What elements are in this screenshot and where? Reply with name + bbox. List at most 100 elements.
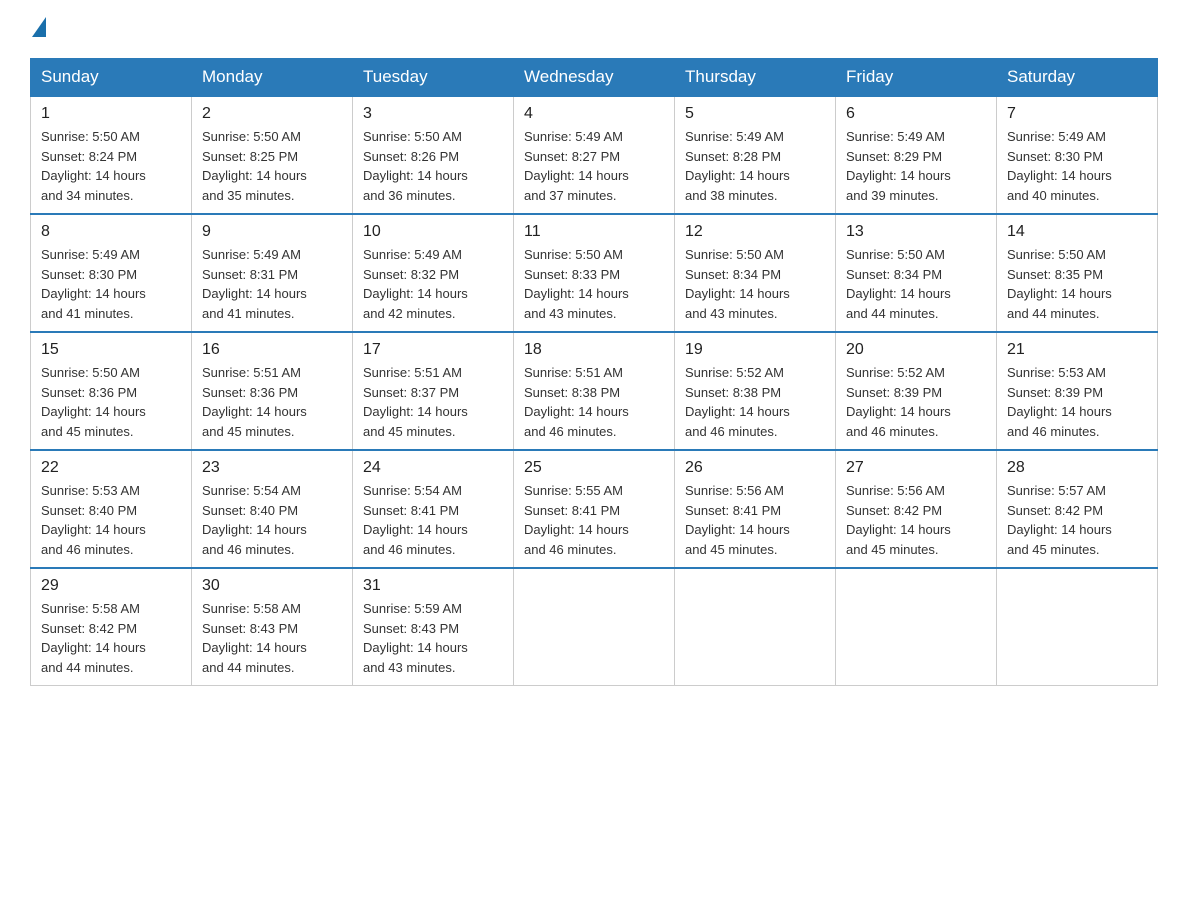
day-number: 22 bbox=[41, 459, 181, 477]
day-info: Sunrise: 5:59 AMSunset: 8:43 PMDaylight:… bbox=[363, 599, 503, 677]
day-cell-3: 3 Sunrise: 5:50 AMSunset: 8:26 PMDaylight… bbox=[353, 96, 514, 214]
day-number: 21 bbox=[1007, 341, 1147, 359]
day-info: Sunrise: 5:50 AMSunset: 8:35 PMDaylight:… bbox=[1007, 245, 1147, 323]
day-number: 31 bbox=[363, 577, 503, 595]
day-number: 7 bbox=[1007, 105, 1147, 123]
day-info: Sunrise: 5:50 AMSunset: 8:34 PMDaylight:… bbox=[685, 245, 825, 323]
day-info: Sunrise: 5:49 AMSunset: 8:28 PMDaylight:… bbox=[685, 127, 825, 205]
day-cell-13: 13 Sunrise: 5:50 AMSunset: 8:34 PMDayligh… bbox=[836, 214, 997, 332]
logo bbox=[30, 20, 46, 40]
day-info: Sunrise: 5:49 AMSunset: 8:32 PMDaylight:… bbox=[363, 245, 503, 323]
day-info: Sunrise: 5:55 AMSunset: 8:41 PMDaylight:… bbox=[524, 481, 664, 559]
day-cell-2: 2Sunrise: 5:50 AMSunset: 8:25 PMDaylight… bbox=[192, 96, 353, 214]
day-info: Sunrise: 5:49 AMSunset: 8:30 PMDaylight:… bbox=[1007, 127, 1147, 205]
header-wednesday: Wednesday bbox=[514, 59, 675, 97]
header-friday: Friday bbox=[836, 59, 997, 97]
day-info: Sunrise: 5:58 AMSunset: 8:43 PMDaylight:… bbox=[202, 599, 342, 677]
day-cell-26: 26Sunrise: 5:56 AMSunset: 8:41 PMDayligh… bbox=[675, 450, 836, 568]
week-row-1: 1 Sunrise: 5:50 AMSunset: 8:24 PMDaylight… bbox=[31, 96, 1158, 214]
day-cell-28: 28 Sunrise: 5:57 AMSunset: 8:42 PMDayligh… bbox=[997, 450, 1158, 568]
day-number: 4 bbox=[524, 105, 664, 123]
day-info: Sunrise: 5:53 AMSunset: 8:40 PMDaylight:… bbox=[41, 481, 181, 559]
day-cell-25: 25 Sunrise: 5:55 AMSunset: 8:41 PMDayligh… bbox=[514, 450, 675, 568]
empty-cell bbox=[997, 568, 1158, 686]
day-info: Sunrise: 5:53 AMSunset: 8:39 PMDaylight:… bbox=[1007, 363, 1147, 441]
day-number: 30 bbox=[202, 577, 342, 595]
empty-cell bbox=[836, 568, 997, 686]
day-info: Sunrise: 5:49 AMSunset: 8:31 PMDaylight:… bbox=[202, 245, 342, 323]
day-cell-19: 19 Sunrise: 5:52 AMSunset: 8:38 PMDayligh… bbox=[675, 332, 836, 450]
day-number: 1 bbox=[41, 105, 181, 123]
day-number: 17 bbox=[363, 341, 503, 359]
day-cell-7: 7 Sunrise: 5:49 AMSunset: 8:30 PMDaylight… bbox=[997, 96, 1158, 214]
week-row-3: 15 Sunrise: 5:50 AMSunset: 8:36 PMDayligh… bbox=[31, 332, 1158, 450]
page-header bbox=[30, 20, 1158, 40]
day-number: 19 bbox=[685, 341, 825, 359]
day-number: 27 bbox=[846, 459, 986, 477]
day-cell-24: 24 Sunrise: 5:54 AMSunset: 8:41 PMDayligh… bbox=[353, 450, 514, 568]
day-cell-17: 17 Sunrise: 5:51 AMSunset: 8:37 PMDayligh… bbox=[353, 332, 514, 450]
day-number: 25 bbox=[524, 459, 664, 477]
day-number: 28 bbox=[1007, 459, 1147, 477]
empty-cell bbox=[514, 568, 675, 686]
day-number: 29 bbox=[41, 577, 181, 595]
day-number: 3 bbox=[363, 105, 503, 123]
day-cell-8: 8Sunrise: 5:49 AMSunset: 8:30 PMDaylight… bbox=[31, 214, 192, 332]
header-saturday: Saturday bbox=[997, 59, 1158, 97]
day-cell-22: 22 Sunrise: 5:53 AMSunset: 8:40 PMDayligh… bbox=[31, 450, 192, 568]
day-info: Sunrise: 5:51 AMSunset: 8:36 PMDaylight:… bbox=[202, 363, 342, 441]
day-number: 13 bbox=[846, 223, 986, 241]
day-number: 11 bbox=[524, 223, 664, 241]
header-monday: Monday bbox=[192, 59, 353, 97]
day-cell-9: 9Sunrise: 5:49 AMSunset: 8:31 PMDaylight… bbox=[192, 214, 353, 332]
day-cell-5: 5Sunrise: 5:49 AMSunset: 8:28 PMDaylight… bbox=[675, 96, 836, 214]
day-cell-10: 10Sunrise: 5:49 AMSunset: 8:32 PMDayligh… bbox=[353, 214, 514, 332]
day-info: Sunrise: 5:50 AMSunset: 8:36 PMDaylight:… bbox=[41, 363, 181, 441]
day-cell-14: 14 Sunrise: 5:50 AMSunset: 8:35 PMDayligh… bbox=[997, 214, 1158, 332]
empty-cell bbox=[675, 568, 836, 686]
day-number: 18 bbox=[524, 341, 664, 359]
day-info: Sunrise: 5:50 AMSunset: 8:34 PMDaylight:… bbox=[846, 245, 986, 323]
day-number: 14 bbox=[1007, 223, 1147, 241]
day-number: 12 bbox=[685, 223, 825, 241]
day-cell-29: 29 Sunrise: 5:58 AMSunset: 8:42 PMDayligh… bbox=[31, 568, 192, 686]
day-cell-15: 15 Sunrise: 5:50 AMSunset: 8:36 PMDayligh… bbox=[31, 332, 192, 450]
day-number: 24 bbox=[363, 459, 503, 477]
day-number: 23 bbox=[202, 459, 342, 477]
day-info: Sunrise: 5:52 AMSunset: 8:39 PMDaylight:… bbox=[846, 363, 986, 441]
day-cell-1: 1 Sunrise: 5:50 AMSunset: 8:24 PMDaylight… bbox=[31, 96, 192, 214]
day-cell-21: 21 Sunrise: 5:53 AMSunset: 8:39 PMDayligh… bbox=[997, 332, 1158, 450]
logo-triangle-icon bbox=[32, 17, 46, 37]
week-row-4: 22 Sunrise: 5:53 AMSunset: 8:40 PMDayligh… bbox=[31, 450, 1158, 568]
day-info: Sunrise: 5:54 AMSunset: 8:41 PMDaylight:… bbox=[363, 481, 503, 559]
day-number: 16 bbox=[202, 341, 342, 359]
day-info: Sunrise: 5:58 AMSunset: 8:42 PMDaylight:… bbox=[41, 599, 181, 677]
day-info: Sunrise: 5:56 AMSunset: 8:42 PMDaylight:… bbox=[846, 481, 986, 559]
calendar-table: SundayMondayTuesdayWednesdayThursdayFrid… bbox=[30, 58, 1158, 686]
day-info: Sunrise: 5:56 AMSunset: 8:41 PMDaylight:… bbox=[685, 481, 825, 559]
calendar-header-row: SundayMondayTuesdayWednesdayThursdayFrid… bbox=[31, 59, 1158, 97]
day-info: Sunrise: 5:51 AMSunset: 8:38 PMDaylight:… bbox=[524, 363, 664, 441]
day-number: 8 bbox=[41, 223, 181, 241]
header-tuesday: Tuesday bbox=[353, 59, 514, 97]
day-info: Sunrise: 5:50 AMSunset: 8:26 PMDaylight:… bbox=[363, 127, 503, 205]
day-info: Sunrise: 5:49 AMSunset: 8:27 PMDaylight:… bbox=[524, 127, 664, 205]
week-row-2: 8Sunrise: 5:49 AMSunset: 8:30 PMDaylight… bbox=[31, 214, 1158, 332]
day-number: 6 bbox=[846, 105, 986, 123]
day-info: Sunrise: 5:54 AMSunset: 8:40 PMDaylight:… bbox=[202, 481, 342, 559]
header-sunday: Sunday bbox=[31, 59, 192, 97]
day-cell-4: 4 Sunrise: 5:49 AMSunset: 8:27 PMDaylight… bbox=[514, 96, 675, 214]
day-cell-12: 12 Sunrise: 5:50 AMSunset: 8:34 PMDayligh… bbox=[675, 214, 836, 332]
day-cell-16: 16 Sunrise: 5:51 AMSunset: 8:36 PMDayligh… bbox=[192, 332, 353, 450]
week-row-5: 29 Sunrise: 5:58 AMSunset: 8:42 PMDayligh… bbox=[31, 568, 1158, 686]
day-cell-23: 23 Sunrise: 5:54 AMSunset: 8:40 PMDayligh… bbox=[192, 450, 353, 568]
day-info: Sunrise: 5:49 AMSunset: 8:29 PMDaylight:… bbox=[846, 127, 986, 205]
day-cell-11: 11Sunrise: 5:50 AMSunset: 8:33 PMDayligh… bbox=[514, 214, 675, 332]
day-info: Sunrise: 5:50 AMSunset: 8:24 PMDaylight:… bbox=[41, 127, 181, 205]
header-thursday: Thursday bbox=[675, 59, 836, 97]
day-info: Sunrise: 5:57 AMSunset: 8:42 PMDaylight:… bbox=[1007, 481, 1147, 559]
day-number: 15 bbox=[41, 341, 181, 359]
day-info: Sunrise: 5:51 AMSunset: 8:37 PMDaylight:… bbox=[363, 363, 503, 441]
day-cell-27: 27 Sunrise: 5:56 AMSunset: 8:42 PMDayligh… bbox=[836, 450, 997, 568]
day-info: Sunrise: 5:52 AMSunset: 8:38 PMDaylight:… bbox=[685, 363, 825, 441]
